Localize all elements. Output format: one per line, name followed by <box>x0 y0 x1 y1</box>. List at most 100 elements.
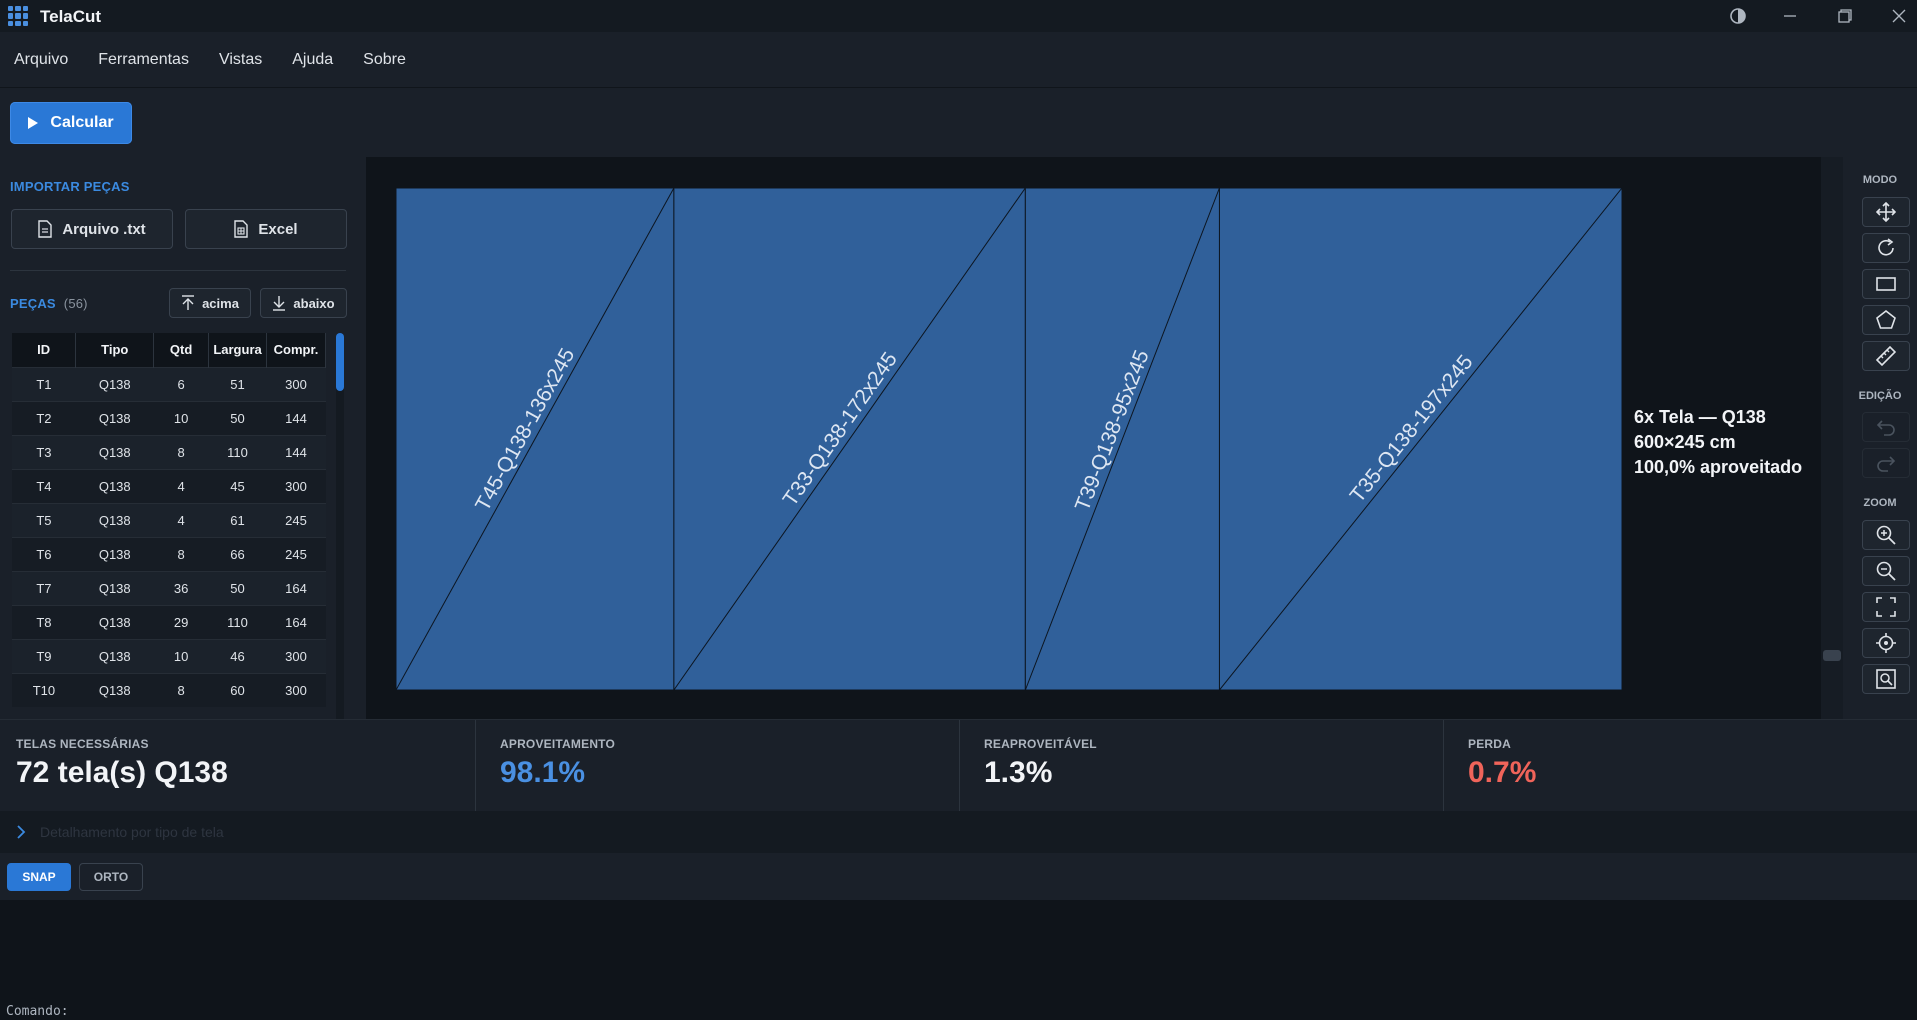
stats-bar: TELAS NECESSÁRIAS 72 tela(s) Q138 APROVE… <box>0 719 1917 812</box>
import-excel-label: Excel <box>258 220 298 238</box>
col-largura[interactable]: Largura <box>208 333 268 367</box>
stat-reuse: REAPROVEITÁVEL 1.3% <box>968 720 1443 812</box>
zoom-title: ZOOM <box>1863 497 1897 509</box>
restore-icon[interactable] <box>1828 4 1862 28</box>
menu-arquivo[interactable]: Arquivo <box>14 51 68 69</box>
zoom-window-button[interactable] <box>1862 664 1910 694</box>
undo-button[interactable] <box>1862 412 1910 442</box>
rectangle-tool-button[interactable] <box>1862 269 1910 299</box>
zoom-out-button[interactable] <box>1862 556 1910 586</box>
fit-view-button[interactable] <box>1862 592 1910 622</box>
sheet-info-size: 600×245 cm <box>1634 432 1736 452</box>
calculate-button[interactable]: Calcular <box>10 102 132 144</box>
col-qtd[interactable]: Qtd <box>153 333 210 367</box>
move-down-label: abaixo <box>293 295 335 311</box>
app-grid-icon <box>8 6 28 26</box>
table-row[interactable]: T10 Q138 8 60 300 <box>12 672 326 707</box>
stat-loss-value: 0.7% <box>1468 756 1537 789</box>
pieces-title: PEÇAS <box>10 296 56 311</box>
snap-toggle[interactable]: SNAP <box>7 863 71 891</box>
move-up-button[interactable]: acima <box>169 288 251 318</box>
splitter-handle[interactable] <box>1823 650 1841 661</box>
stat-sheets: TELAS NECESSÁRIAS 72 tela(s) Q138 <box>0 720 475 812</box>
redo-button[interactable] <box>1862 448 1910 478</box>
calculate-label: Calcular <box>50 114 114 131</box>
zoom-in-button[interactable] <box>1862 520 1910 550</box>
pentagon-icon <box>1876 310 1896 329</box>
canvas-area[interactable]: T45-Q138-136x245 T33-Q138-172x245 T39-Q138… <box>366 157 1821 719</box>
menu-sobre[interactable]: Sobre <box>363 51 406 69</box>
table-cell: Q138 <box>75 536 154 571</box>
table-cell: T3 <box>12 434 76 469</box>
stat-sheets-value: 72 tela(s) Q138 <box>16 756 228 789</box>
table-cell: 8 <box>153 434 209 469</box>
table-cell: Q138 <box>75 604 154 639</box>
table-cell: 245 <box>266 536 326 571</box>
col-compr[interactable]: Compr. <box>266 333 326 367</box>
table-cell: 66 <box>208 536 267 571</box>
import-txt-label: Arquivo .txt <box>62 220 146 238</box>
menu-ferramentas[interactable]: Ferramentas <box>98 51 189 69</box>
sheet-drawing[interactable]: T45-Q138-136x245 T33-Q138-172x245 T39-Q138… <box>396 188 1622 690</box>
cut-piece[interactable]: T45-Q138-136x245 <box>396 188 675 690</box>
divider <box>10 270 346 271</box>
orto-toggle[interactable]: ORTO <box>79 863 143 891</box>
measure-tool-button[interactable] <box>1862 341 1910 371</box>
table-cell: 51 <box>208 366 267 401</box>
menu-ajuda[interactable]: Ajuda <box>292 51 333 69</box>
table-row[interactable]: T5 Q138 4 61 245 <box>12 502 326 537</box>
table-cell: Q138 <box>75 638 154 673</box>
close-icon[interactable] <box>1882 4 1916 28</box>
import-excel-button[interactable]: Excel <box>185 209 347 249</box>
zoom-out-icon <box>1876 561 1896 581</box>
move-down-button[interactable]: abaixo <box>260 288 347 318</box>
command-area[interactable]: Comando: <box>0 900 1917 1020</box>
table-cell: 50 <box>208 400 267 435</box>
table-cell: 8 <box>153 536 209 571</box>
import-txt-button[interactable]: Arquivo .txt <box>11 209 173 249</box>
stat-divider <box>959 720 960 812</box>
stat-divider <box>1443 720 1444 812</box>
theme-toggle-icon[interactable] <box>1721 4 1755 28</box>
polygon-tool-button[interactable] <box>1862 305 1910 335</box>
menu-vistas[interactable]: Vistas <box>219 51 262 69</box>
table-row[interactable]: T3 Q138 8 110 144 <box>12 434 326 469</box>
table-cell: 144 <box>266 434 326 469</box>
cut-piece[interactable]: T33-Q138-172x245 <box>673 188 1026 690</box>
scrollbar-thumb[interactable] <box>336 333 344 391</box>
crosshair-icon <box>1876 633 1896 653</box>
panel-splitter <box>1821 157 1843 719</box>
table-cell: 110 <box>208 604 267 639</box>
cut-piece[interactable]: T39-Q138-95x245 <box>1024 188 1220 690</box>
redo-icon <box>1877 456 1896 472</box>
col-id[interactable]: ID <box>12 333 77 367</box>
stat-reuse-label: REAPROVEITÁVEL <box>984 737 1097 751</box>
center-view-button[interactable] <box>1862 628 1910 658</box>
table-cell: T7 <box>12 570 76 605</box>
table-cell: Q138 <box>75 502 154 537</box>
table-cell: 4 <box>153 468 209 503</box>
table-row[interactable]: T9 Q138 10 46 300 <box>12 638 326 673</box>
table-row[interactable]: T4 Q138 4 45 300 <box>12 468 326 503</box>
move-tool-button[interactable] <box>1862 197 1910 227</box>
sheet-info: 6x Tela — Q138 600×245 cm 100,0% aprovei… <box>1634 405 1802 480</box>
undo-icon <box>1876 420 1895 436</box>
table-cell: 4 <box>153 502 209 537</box>
col-tipo[interactable]: Tipo <box>75 333 155 367</box>
left-panel: IMPORTAR PEÇAS Arquivo .txt Excel PEÇAS (… <box>0 157 366 855</box>
table-cell: 10 <box>153 638 209 673</box>
sheet-info-count: 6x Tela — Q138 <box>1634 407 1766 427</box>
table-row[interactable]: T1 Q138 6 51 300 <box>12 366 326 401</box>
table-row[interactable]: T7 Q138 36 50 164 <box>12 570 326 605</box>
details-expander[interactable]: Detalhamento por tipo de tela <box>0 811 1917 853</box>
table-row[interactable]: T2 Q138 10 50 144 <box>12 400 326 435</box>
cut-piece[interactable]: T35-Q138-197x245 <box>1218 188 1622 690</box>
rotate-tool-button[interactable] <box>1862 233 1910 263</box>
stat-loss: PERDA 0.7% <box>1452 720 1917 812</box>
table-row[interactable]: T8 Q138 29 110 164 <box>12 604 326 639</box>
pieces-section-title: PEÇAS (56) <box>10 296 88 311</box>
import-section-title: IMPORTAR PEÇAS <box>10 179 130 194</box>
table-row[interactable]: T6 Q138 8 66 245 <box>12 536 326 571</box>
minimize-icon[interactable] <box>1773 4 1807 28</box>
stat-sheets-label: TELAS NECESSÁRIAS <box>16 737 149 751</box>
